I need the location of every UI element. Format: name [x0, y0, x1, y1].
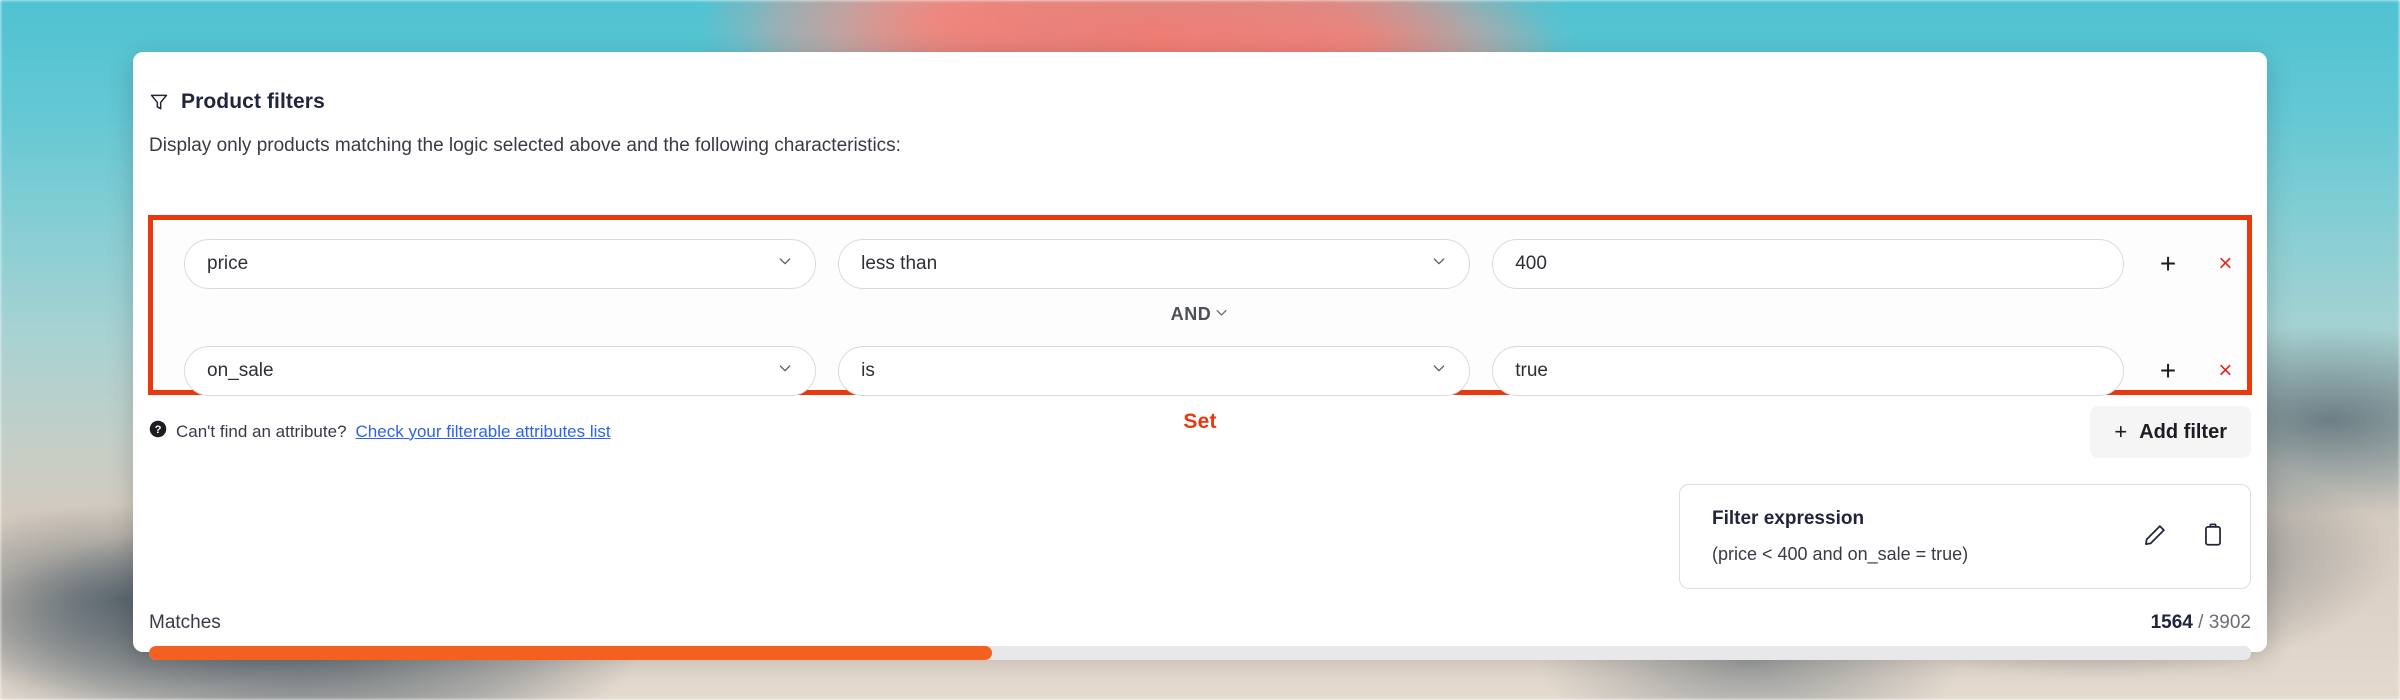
operator-select-1[interactable]: is	[838, 346, 1471, 396]
operator-value-1: is	[861, 360, 875, 381]
help-text: Can't find an attribute?	[176, 421, 347, 441]
filterable-attributes-link[interactable]: Check your filterable attributes list	[356, 422, 611, 442]
pencil-icon	[2142, 522, 2168, 551]
panel-title-row: Product filters	[133, 90, 2267, 114]
operator-value-0: less than	[861, 253, 938, 274]
chevron-down-icon	[1423, 360, 1447, 382]
matches-progress-fill	[149, 646, 992, 660]
logic-connector[interactable]: AND	[153, 304, 2247, 325]
connector-toggle[interactable]: AND	[1171, 304, 1230, 325]
panel-subtitle: Display only products matching the logic…	[149, 135, 901, 156]
chevron-down-icon	[769, 360, 793, 382]
attribute-value-1: on_sale	[207, 360, 274, 381]
filter-expression-title: Filter expression	[1712, 508, 1865, 529]
attribute-help: ? Can't find an attribute? Check your fi…	[149, 420, 611, 443]
remove-condition-button-1[interactable]: ×	[2204, 349, 2247, 393]
product-filters-panel: Product filters Display only products ma…	[133, 52, 2267, 660]
plus-icon: +	[2114, 419, 2128, 444]
operator-select-0[interactable]: less than	[838, 239, 1471, 289]
chevron-down-icon	[1214, 304, 1229, 325]
filter-row: on_sale is true + ×	[153, 346, 2247, 396]
chevron-down-icon	[1423, 253, 1447, 275]
value-input-1[interactable]: true	[1492, 346, 2125, 396]
svg-text:?: ?	[155, 424, 162, 436]
value-text-0: 400	[1515, 253, 1547, 274]
chevron-down-icon	[769, 253, 793, 275]
matches-separator: /	[2192, 612, 2209, 633]
panel-header: Product filters Display only products ma…	[133, 52, 2267, 157]
attribute-value-0: price	[207, 253, 249, 274]
add-filter-label: Add filter	[2139, 420, 2227, 443]
value-input-0[interactable]: 400	[1492, 239, 2125, 289]
funnel-icon	[149, 92, 169, 112]
matches-progress-track	[149, 646, 2251, 660]
matches-total: 3902	[2208, 612, 2251, 633]
filter-expression-card: Filter expression (price < 400 and on_sa…	[1679, 484, 2251, 589]
matches-label: Matches	[149, 612, 221, 633]
matches-current: 1564	[2150, 612, 2193, 633]
matches-count: 1564 / 3902	[2151, 612, 2251, 634]
attribute-select-1[interactable]: on_sale	[184, 346, 817, 396]
help-circle-icon: ?	[149, 420, 167, 443]
remove-condition-button-0[interactable]: ×	[2204, 242, 2247, 286]
filter-rows-highlight-region: price less than 400 + × AND on_sale is t…	[148, 215, 2252, 396]
filter-row: price less than 400 + ×	[153, 239, 2247, 289]
filter-expression-value: (price < 400 and on_sale = true)	[1712, 544, 1969, 564]
helper-row: ? Can't find an attribute? Check your fi…	[133, 406, 2267, 462]
attribute-select-0[interactable]: price	[184, 239, 817, 289]
filter-expression-text: Filter expression (price < 400 and on_sa…	[1712, 508, 2140, 565]
value-text-1: true	[1515, 360, 1548, 381]
add-filter-button[interactable]: + Add filter	[2090, 406, 2251, 458]
page-title: Product filters	[181, 90, 325, 113]
clipboard-icon	[2200, 522, 2226, 551]
add-condition-button-1[interactable]: +	[2146, 349, 2189, 393]
copy-expression-button[interactable]	[2198, 522, 2228, 552]
edit-expression-button[interactable]	[2140, 522, 2170, 552]
add-condition-button-0[interactable]: +	[2146, 242, 2189, 286]
connector-label: AND	[1170, 304, 1212, 324]
filter-expression-actions	[2140, 522, 2228, 552]
set-annotation-label: Set	[1183, 410, 1217, 433]
